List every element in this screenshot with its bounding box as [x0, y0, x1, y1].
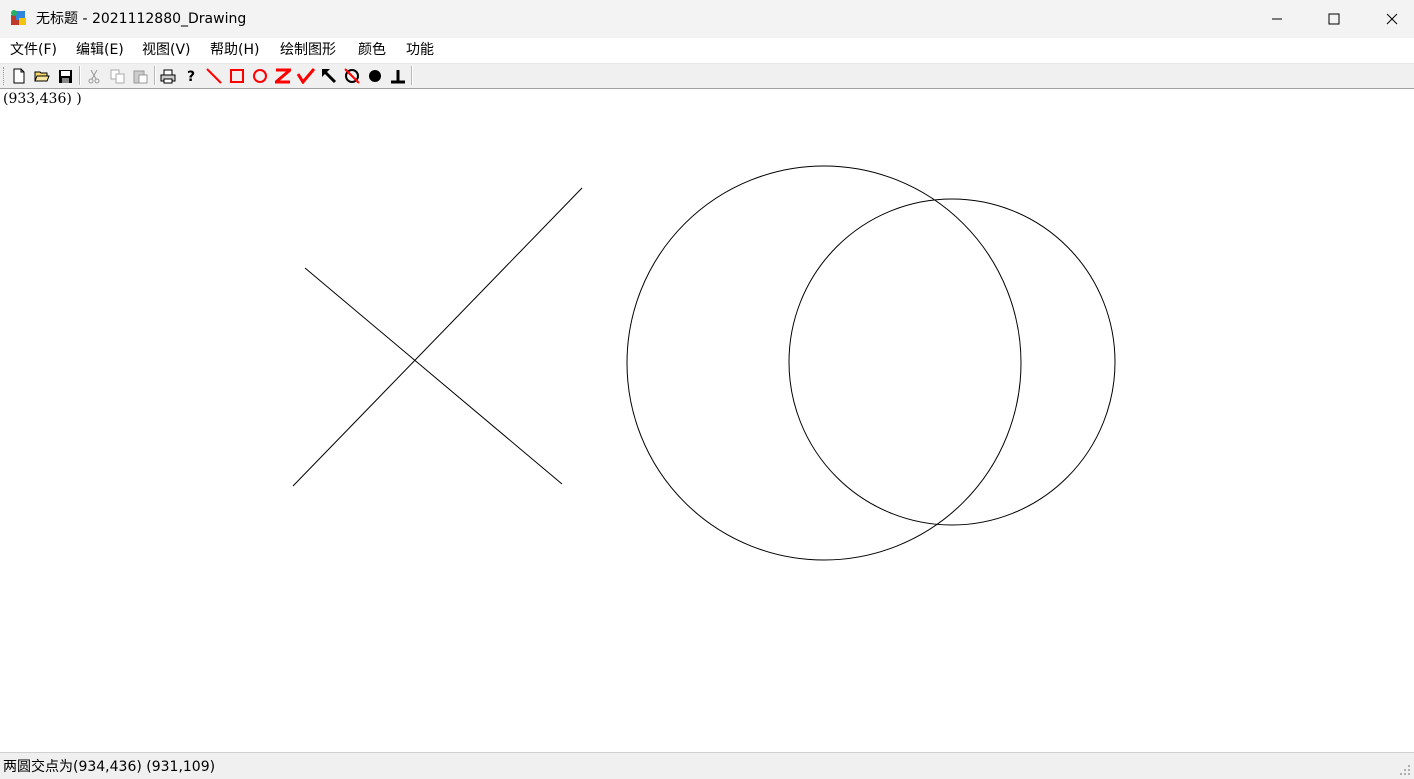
drawing-surface[interactable] [0, 89, 1414, 751]
menu-color[interactable]: 颜色 [357, 41, 387, 60]
save-icon [58, 69, 72, 83]
toolbar: ? [0, 64, 1414, 89]
new-file-icon [13, 68, 25, 84]
menu-edit[interactable]: 编辑(E) [75, 41, 125, 60]
maximize-button[interactable] [1305, 0, 1363, 38]
drawn-line-0 [304, 267, 563, 485]
open-folder-icon [34, 71, 50, 82]
draw-z-polyline-icon [275, 68, 291, 84]
filled-circle-button[interactable] [365, 66, 385, 86]
arrow-upleft-icon [322, 69, 337, 84]
draw-circle-icon [253, 69, 267, 83]
help-button[interactable]: ? [181, 66, 201, 86]
draw-circle-button[interactable] [250, 66, 270, 86]
cut-button[interactable] [84, 66, 104, 86]
menu-function[interactable]: 功能 [405, 41, 435, 60]
filled-circle-icon [369, 70, 381, 82]
drawn-circle-2 [626, 165, 1022, 561]
drawn-circle-3 [788, 198, 1116, 526]
status-text: 两圆交点为(934,436) (931,109) [3, 759, 216, 775]
toolbar-separator [411, 66, 413, 85]
drawn-line-1 [292, 187, 583, 487]
svg-text:?: ? [187, 69, 195, 84]
close-icon [1386, 13, 1398, 25]
menu-view[interactable]: 视图(V) [141, 41, 192, 60]
circle-slash-button[interactable] [342, 66, 362, 86]
size-grip-icon[interactable] [1399, 764, 1411, 776]
draw-line-icon [206, 68, 222, 84]
draw-v-polyline-button[interactable] [296, 66, 316, 86]
print-button[interactable] [158, 66, 178, 86]
window-title: 无标题 - 2021112880_Drawing [36, 11, 247, 27]
draw-rectangle-button[interactable] [227, 66, 247, 86]
arrow-upleft-button[interactable] [319, 66, 339, 86]
menu-file[interactable]: 文件(F) [9, 41, 58, 60]
toolbar-separator [79, 66, 81, 85]
help-icon: ? [187, 69, 195, 84]
toolbar-grip[interactable] [3, 67, 7, 85]
menu-bar: 文件(F) 编辑(E) 视图(V) 帮助(H) 绘制图形 颜色 功能 [0, 38, 1414, 64]
save-button[interactable] [55, 66, 75, 86]
draw-z-polyline-button[interactable] [273, 66, 293, 86]
paste-button[interactable] [130, 66, 150, 86]
open-button[interactable] [32, 66, 52, 86]
cut-icon [88, 69, 100, 83]
draw-v-polyline-icon [297, 68, 315, 84]
paste-icon [133, 70, 147, 83]
app-icon[interactable] [10, 9, 28, 27]
perpendicular-button[interactable] [388, 66, 408, 86]
title-bar: 无标题 - 2021112880_Drawing [0, 0, 1414, 38]
close-button[interactable] [1363, 0, 1414, 38]
menu-draw[interactable]: 绘制图形 [279, 41, 337, 60]
draw-rectangle-icon [230, 69, 244, 83]
status-bar: 两圆交点为(934,436) (931,109) [0, 752, 1414, 779]
copy-icon [110, 69, 124, 83]
maximize-icon [1328, 13, 1340, 25]
perpendicular-icon [391, 70, 405, 84]
menu-help[interactable]: 帮助(H) [209, 41, 260, 60]
copy-button[interactable] [107, 66, 127, 86]
print-icon [160, 69, 176, 83]
minimize-button[interactable] [1248, 0, 1306, 38]
toolbar-separator [154, 66, 156, 85]
drawing-canvas[interactable]: (933,436) ) [0, 89, 1414, 751]
circle-slash-icon [344, 68, 360, 84]
minimize-icon [1272, 18, 1282, 20]
draw-line-button[interactable] [204, 66, 224, 86]
new-button[interactable] [9, 66, 29, 86]
